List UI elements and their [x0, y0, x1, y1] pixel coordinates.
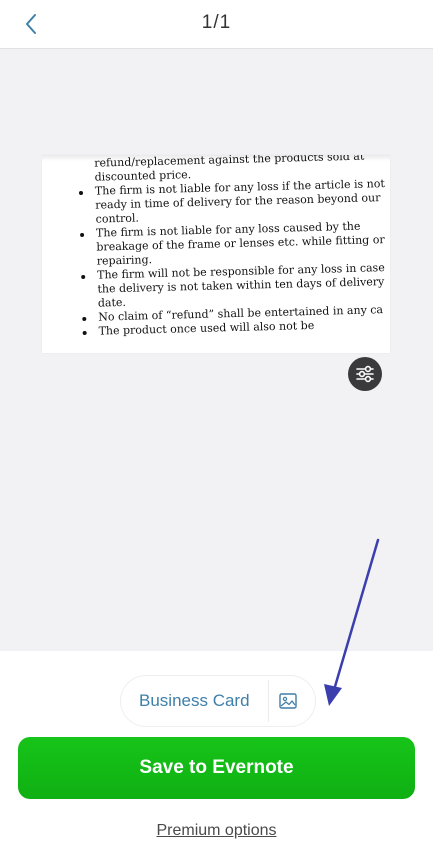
page-indicator: 1/1	[201, 12, 232, 33]
document-line: repairing.	[96, 253, 153, 268]
image-icon	[279, 693, 297, 709]
document-line: refund/replacement against the products …	[94, 155, 365, 170]
business-card-mode-button[interactable]: Business Card	[139, 691, 250, 711]
top-bar: 1/1	[0, 0, 433, 49]
scan-preview-screen: 1/1 refund/replacement against the produ…	[0, 0, 433, 860]
scanned-document-image[interactable]: refund/replacement against the products …	[42, 155, 390, 353]
bullet-dot	[82, 316, 87, 322]
save-to-evernote-button[interactable]: Save to Evernote	[18, 737, 415, 799]
document-line: control.	[95, 211, 140, 226]
document-line: date.	[97, 295, 127, 310]
bullet-dot	[81, 274, 86, 280]
bullet-dot	[80, 232, 85, 238]
sliders-icon	[356, 365, 374, 383]
scan-mode-selector: Business Card	[121, 676, 315, 726]
premium-options-link[interactable]: Premium options	[0, 822, 433, 840]
mode-divider	[268, 680, 269, 722]
adjust-button[interactable]	[348, 357, 382, 391]
bullet-dot	[82, 330, 87, 335]
image-mode-button[interactable]	[278, 691, 298, 711]
bullet-dot	[78, 190, 84, 196]
